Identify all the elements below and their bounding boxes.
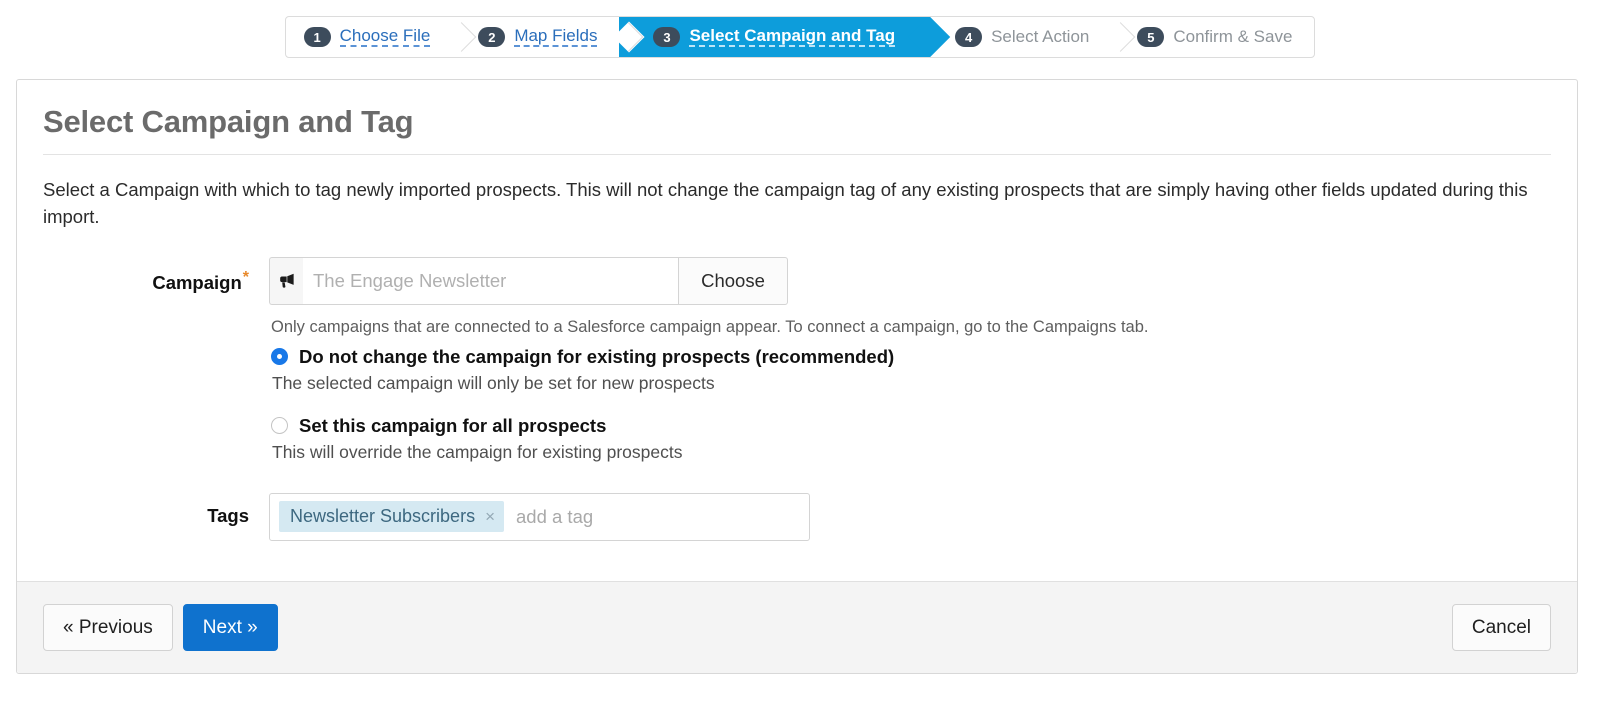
- tags-field-group: Newsletter Subscribers ×: [269, 492, 1551, 541]
- wizard-step-bar: 1 Choose File 2 Map Fields 3 Select Camp…: [284, 16, 1316, 58]
- footer-left-buttons: « Previous Next »: [43, 604, 278, 651]
- choose-campaign-button[interactable]: Choose: [678, 256, 788, 305]
- title-divider: [43, 154, 1551, 155]
- campaign-form-row: Campaign* Choose Only campaigns that are…: [43, 256, 1551, 463]
- tag-remove-icon[interactable]: ×: [485, 507, 495, 527]
- step-label: Select Campaign and Tag: [689, 26, 896, 48]
- megaphone-icon: [269, 256, 303, 305]
- radio-row[interactable]: Set this campaign for all prospects: [271, 415, 1551, 437]
- campaign-field-group: Choose Only campaigns that are connected…: [269, 256, 1551, 463]
- next-button[interactable]: Next »: [182, 604, 278, 651]
- campaign-label-text: Campaign: [152, 271, 242, 293]
- required-asterisk: *: [242, 268, 249, 286]
- campaign-help-text: Only campaigns that are connected to a S…: [271, 317, 1149, 336]
- wizard-step-choose-file[interactable]: 1 Choose File: [286, 17, 453, 57]
- step-number-badge: 1: [303, 27, 331, 47]
- tag-chip-label: Newsletter Subscribers: [290, 506, 476, 527]
- step-label[interactable]: Choose File: [339, 26, 431, 48]
- tags-input-box[interactable]: Newsletter Subscribers ×: [269, 492, 810, 541]
- campaign-label: Campaign*: [43, 257, 269, 294]
- card-footer: « Previous Next » Cancel: [17, 581, 1577, 673]
- tags-label: Tags: [207, 504, 249, 526]
- add-tag-input[interactable]: [508, 499, 800, 534]
- page-intro-text: Select a Campaign with which to tag newl…: [43, 179, 1528, 227]
- campaign-input[interactable]: [303, 256, 678, 305]
- campaign-option-do-not-change: Do not change the campaign for existing …: [269, 346, 1551, 394]
- tags-form-row: Tags Newsletter Subscribers ×: [43, 492, 1551, 541]
- step-number-badge: 4: [955, 27, 983, 47]
- step-number-badge: 2: [478, 27, 506, 47]
- wizard-step-map-fields[interactable]: 2 Map Fields: [452, 17, 619, 57]
- step-number-badge: 3: [653, 27, 681, 47]
- select-campaign-card: Select Campaign and Tag Select a Campaig…: [16, 79, 1578, 674]
- radio-do-not-change[interactable]: [271, 348, 288, 366]
- wizard-step-select-campaign-and-tag[interactable]: 3 Select Campaign and Tag: [619, 17, 951, 57]
- step-label[interactable]: Map Fields: [514, 26, 598, 48]
- footer-right-buttons: Cancel: [1451, 604, 1551, 651]
- wizard-bar-container: 1 Choose File 2 Map Fields 3 Select Camp…: [0, 0, 1600, 58]
- radio-sub-set-all: This will override the campaign for exis…: [272, 441, 683, 462]
- radio-row[interactable]: Do not change the campaign for existing …: [271, 346, 1551, 368]
- tag-chip: Newsletter Subscribers ×: [279, 501, 504, 533]
- campaign-option-set-all: Set this campaign for all prospects This…: [269, 415, 1551, 463]
- radio-label-do-not-change[interactable]: Do not change the campaign for existing …: [299, 346, 894, 368]
- page-title: Select Campaign and Tag: [43, 104, 414, 139]
- step-label: Confirm & Save: [1173, 27, 1293, 46]
- campaign-input-group: Choose: [269, 256, 788, 305]
- radio-set-all[interactable]: [271, 417, 288, 435]
- radio-sub-do-not-change: The selected campaign will only be set f…: [272, 372, 715, 393]
- radio-label-set-all[interactable]: Set this campaign for all prospects: [299, 415, 606, 437]
- previous-button[interactable]: « Previous: [43, 604, 173, 651]
- card-body: Select Campaign and Tag Select a Campaig…: [17, 80, 1577, 554]
- cancel-button[interactable]: Cancel: [1451, 604, 1551, 651]
- wizard-step-select-action: 4 Select Action: [929, 17, 1111, 57]
- wizard-step-confirm-and-save: 5 Confirm & Save: [1111, 17, 1314, 57]
- step-number-badge: 5: [1137, 27, 1165, 47]
- step-label: Select Action: [991, 27, 1090, 46]
